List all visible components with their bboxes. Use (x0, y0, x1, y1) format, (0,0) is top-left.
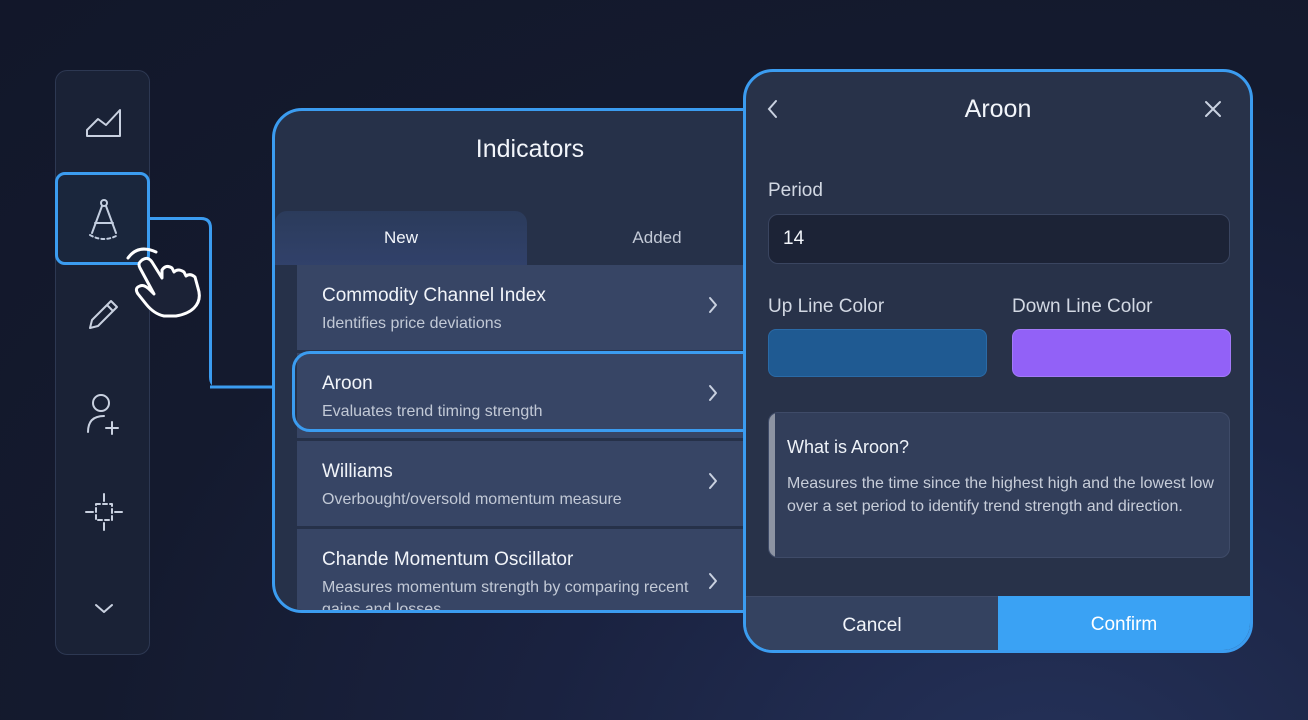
up-color-label: Up Line Color (768, 296, 885, 317)
info-accent-bar (769, 413, 775, 557)
add-user-tool[interactable] (56, 366, 151, 461)
up-color-swatch[interactable] (768, 329, 987, 377)
confirm-button[interactable]: Confirm (998, 596, 1250, 650)
selected-item-highlight (292, 351, 762, 432)
period-value: 14 (783, 228, 805, 249)
list-item[interactable]: Commodity Channel Index Identifies price… (297, 265, 777, 350)
dialog-footer: Cancel Confirm (746, 596, 1250, 650)
panel-title: Aroon (964, 95, 1032, 123)
chevron-right-icon (707, 571, 719, 596)
indicators-title: Indicators (475, 135, 585, 163)
aroon-settings-panel: Aroon Period 14 Up Line Color Down Line … (743, 69, 1253, 653)
toolbar-expand[interactable] (56, 561, 151, 656)
list-item[interactable]: Chande Momentum Oscillator Measures mome… (297, 529, 777, 613)
chevron-right-icon (707, 471, 719, 496)
info-text: Measures the time since the highest high… (787, 475, 1214, 515)
down-color-swatch[interactable] (1012, 329, 1231, 377)
close-icon[interactable] (1204, 100, 1222, 123)
item-subtitle: Identifies price deviations (322, 315, 502, 332)
down-color-label: Down Line Color (1012, 296, 1153, 317)
cancel-button[interactable]: Cancel (746, 596, 998, 650)
period-input[interactable]: 14 (768, 214, 1230, 264)
connector-line-end (210, 385, 274, 389)
info-title: What is Aroon? (787, 437, 910, 457)
crosshair-tool[interactable] (56, 464, 151, 559)
item-subtitle: Measures momentum strength by comparing … (322, 579, 689, 613)
hand-pointer-icon (126, 247, 201, 318)
period-label: Period (768, 180, 823, 201)
list-item[interactable]: Williams Overbought/oversold momentum me… (297, 441, 777, 526)
item-title: Williams (322, 461, 393, 482)
item-title: Commodity Channel Index (322, 285, 546, 306)
indicator-tabs: New Added (275, 211, 789, 265)
chart-area-tool[interactable] (56, 74, 151, 169)
tab-new[interactable]: New (275, 211, 527, 265)
info-box: What is Aroon? Measures the time since t… (768, 412, 1230, 558)
item-subtitle: Overbought/oversold momentum measure (322, 491, 622, 508)
chevron-down-icon (94, 603, 113, 613)
add-user-icon (86, 393, 119, 435)
drawing-toolbar (55, 70, 150, 655)
chart-area-icon (85, 108, 121, 137)
chevron-right-icon (707, 295, 719, 320)
item-title: Chande Momentum Oscillator (322, 549, 574, 570)
crosshair-icon (84, 492, 123, 531)
